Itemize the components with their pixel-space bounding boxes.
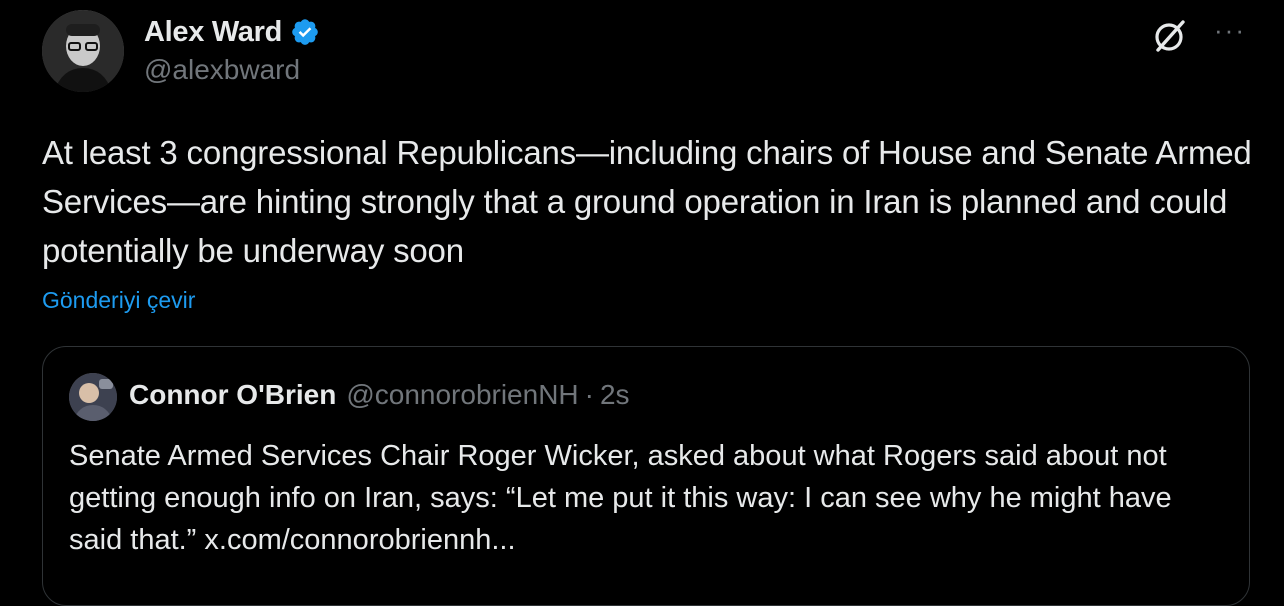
quote-avatar-image bbox=[69, 373, 117, 421]
author-display-name[interactable]: Alex Ward bbox=[144, 16, 282, 49]
quote-header: Connor O'Brien @connorobrienNH · 2s bbox=[129, 379, 630, 411]
more-icon[interactable]: ··· bbox=[1214, 17, 1246, 43]
translate-link[interactable]: Gönderiyi çevir bbox=[42, 287, 195, 314]
quote-timestamp[interactable]: 2s bbox=[600, 379, 630, 411]
avatar-image bbox=[42, 10, 124, 92]
quote-separator: · bbox=[584, 379, 594, 410]
author-avatar[interactable] bbox=[42, 10, 124, 92]
grok-icon[interactable] bbox=[1150, 16, 1190, 56]
quote-text: Senate Armed Services Chair Roger Wicker… bbox=[69, 440, 1172, 556]
author-handle[interactable]: @alexbward bbox=[144, 54, 300, 86]
verified-badge-icon bbox=[290, 17, 320, 47]
author-name-row[interactable]: Alex Ward bbox=[144, 12, 320, 52]
quoted-tweet[interactable]: Connor O'Brien @connorobrienNH · 2s Sena… bbox=[42, 346, 1250, 606]
quote-display-name[interactable]: Connor O'Brien bbox=[129, 379, 336, 411]
quote-author-avatar[interactable] bbox=[69, 373, 117, 421]
quote-handle[interactable]: @connorobrienNH bbox=[346, 379, 578, 411]
tweet[interactable]: Alex Ward @alexbward ··· At least 3 cong… bbox=[0, 0, 1284, 606]
tweet-text: At least 3 congressional Republicans—inc… bbox=[42, 134, 1252, 269]
